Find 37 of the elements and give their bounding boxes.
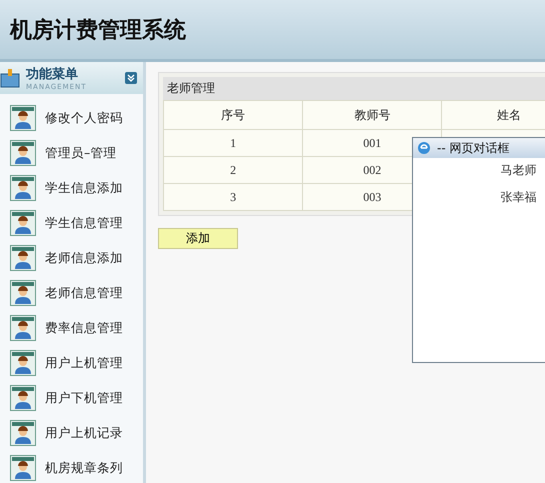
menu-item[interactable]: 老师信息添加	[10, 244, 143, 272]
column-header: 序号	[164, 100, 303, 130]
menu-item[interactable]: 学生信息管理	[10, 209, 143, 237]
table-cell: 2	[164, 156, 303, 184]
column-header: 教师号	[302, 100, 442, 130]
menu-item[interactable]: 机房规章条列	[10, 454, 143, 482]
browser-icon	[417, 141, 431, 155]
user-card-icon	[10, 455, 36, 481]
column-header: 姓名	[442, 100, 545, 130]
menu-folder-icon	[0, 68, 20, 88]
user-card-icon	[10, 315, 36, 341]
user-card-icon	[10, 385, 36, 411]
user-card-icon	[10, 175, 36, 201]
table-cell: 1	[164, 130, 303, 156]
menu-item[interactable]: 费率信息管理	[10, 314, 143, 342]
teacher-name: 张幸福	[500, 190, 536, 204]
menu-item[interactable]: 用户上机管理	[10, 349, 143, 377]
user-card-icon	[10, 245, 36, 271]
table-cell: 3	[164, 184, 303, 210]
menu-item[interactable]: 学生信息添加	[10, 174, 143, 202]
menu-item[interactable]: 老师信息管理	[10, 279, 143, 307]
user-card-icon	[10, 140, 36, 166]
menu-item[interactable]: 用户下机管理	[10, 384, 143, 412]
collapse-icon[interactable]	[125, 72, 137, 84]
menu-item[interactable]: 修改个人密码	[10, 104, 143, 132]
user-card-icon	[10, 350, 36, 376]
menu-item[interactable]: 用户上机记录	[10, 419, 143, 447]
teacher-name: 马老师	[500, 162, 536, 176]
user-card-icon	[10, 105, 36, 131]
menu-item[interactable]: 管理员–管理	[10, 139, 143, 167]
panel-title: 老师管理	[163, 77, 545, 100]
user-card-icon	[10, 420, 36, 446]
user-card-icon	[10, 210, 36, 236]
user-card-icon	[10, 280, 36, 306]
menu-title: 功能菜单	[26, 66, 79, 83]
add-button[interactable]: 添加	[158, 228, 238, 249]
app-title: 机房计费管理系统	[10, 16, 186, 44]
